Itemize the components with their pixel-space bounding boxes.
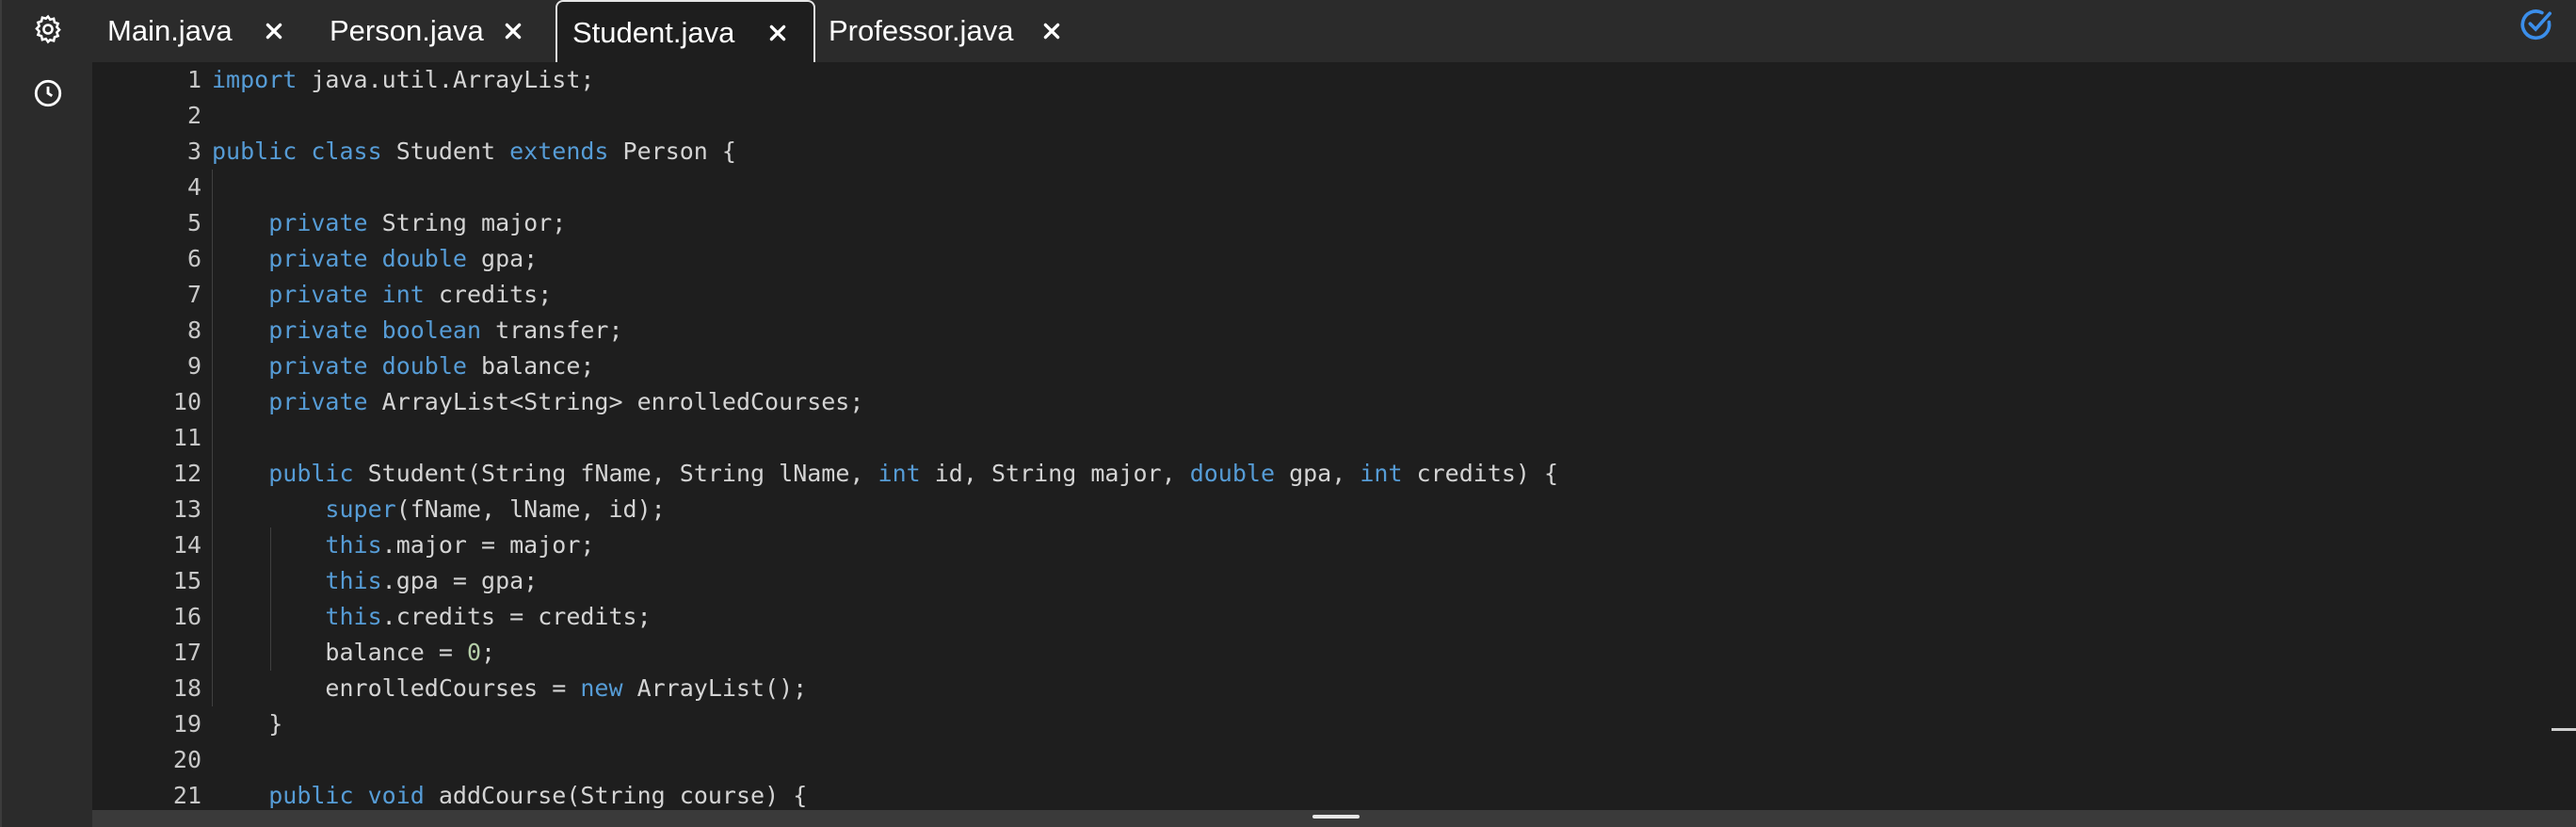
code-line: private ArrayList<String> enrolledCourse… [268,388,864,415]
clock-icon [34,79,62,107]
code-line: private double gpa; [268,245,539,272]
code-line: private double balance; [268,352,595,380]
line-number: 7 [186,281,201,308]
tab-label: Student.java [572,16,735,49]
history-button[interactable] [28,73,68,113]
code-line: private boolean transfer; [268,316,623,344]
tab-main-java[interactable]: Main.java [92,0,299,62]
code-line: this.gpa = gpa; [325,567,539,594]
code-line: public Student(String fName, String lNam… [268,460,1559,487]
settings-button[interactable] [28,9,68,49]
line-number: 11 [172,424,201,451]
close-tab-main-java[interactable] [260,17,288,45]
close-tab-professor-java[interactable] [1038,17,1066,45]
horizontal-scrollbar-track[interactable] [92,810,2576,827]
line-number: 10 [172,388,201,415]
sidebar [0,0,92,827]
line-number: 16 [172,603,201,630]
gear-icon [35,14,61,44]
line-number-gutter: 1 2 3 4 5 6 7 8 9 10 11 12 13 14 15 16 17 18 19 20 21 [92,62,205,810]
tab-professor-java[interactable]: Professor.java [821,0,1103,62]
line-number: 5 [186,209,201,236]
line-number: 4 [186,173,201,201]
line-number: 2 [186,102,201,129]
tab-person-java[interactable]: Person.java [314,0,537,62]
check-circle-icon[interactable] [2518,6,2555,43]
tab-student-java[interactable]: Student.java [555,0,815,64]
line-number: 3 [186,138,201,165]
close-tab-person-java[interactable] [499,17,527,45]
line-number: 18 [172,674,201,702]
code-line: this.major = major; [325,531,595,559]
close-icon [769,24,786,41]
line-number: 12 [172,460,201,487]
line-number: 15 [172,567,201,594]
code-line: balance = 0; [325,639,496,666]
line-number: 17 [172,639,201,666]
code-line: } [212,710,283,738]
tab-label: Main.java [107,14,233,47]
horizontal-scrollbar-thumb[interactable] [1312,815,1360,819]
line-number: 20 [172,746,201,773]
code-line: private int credits; [268,281,553,308]
line-number: 8 [186,316,201,344]
tab-label: Person.java [330,14,484,47]
close-icon [1043,23,1060,40]
code-line: private String major; [268,209,567,236]
minimap-position-marker [2552,728,2576,731]
code-line: public class Student extends Person { [212,138,736,165]
code-line: public void addCourse(String course) { [268,782,808,809]
code-area[interactable]: import java.util.ArrayList; public class … [212,62,2576,810]
line-number: 13 [172,495,201,523]
line-number: 9 [186,352,201,380]
close-icon [266,23,282,40]
line-number: 1 [186,66,201,93]
code-line: enrolledCourses = new ArrayList(); [325,674,808,702]
close-icon [505,23,522,40]
tab-label: Professor.java [829,14,1014,47]
code-line: this.credits = credits; [325,603,652,630]
line-number: 19 [172,710,201,738]
code-line: super(fName, lName, id); [325,495,666,523]
line-number: 14 [172,531,201,559]
tab-bar: Main.java Person.java Student.java Profe… [92,0,2576,64]
code-line: import java.util.ArrayList; [212,66,595,93]
close-tab-student-java[interactable] [764,19,792,47]
line-number: 21 [172,782,201,809]
code-editor[interactable]: 1 2 3 4 5 6 7 8 9 10 11 12 13 14 15 16 17 18 19 20 21 import… [92,62,2576,810]
line-number: 6 [186,245,201,272]
